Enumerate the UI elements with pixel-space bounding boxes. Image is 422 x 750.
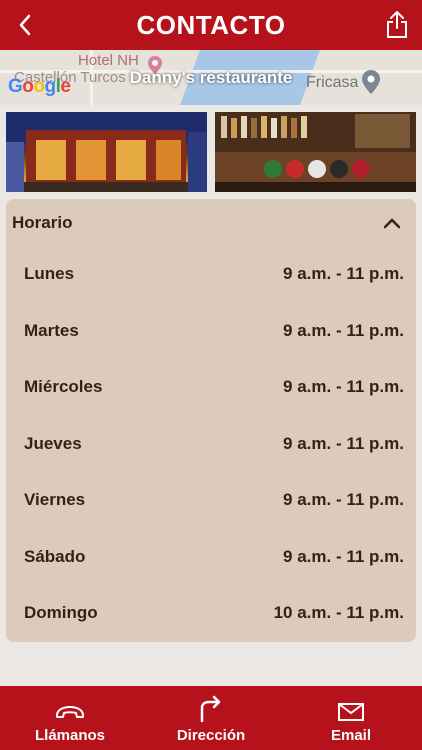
collapse-button[interactable] — [382, 213, 402, 233]
schedule-card: Horario Lunes 9 a.m. - 11 p.m. Martes 9 … — [6, 199, 416, 642]
turn-right-arrow-icon — [200, 695, 221, 722]
chevron-left-icon — [19, 14, 31, 36]
day-label: Domingo — [24, 603, 98, 622]
day-label: Miércoles — [24, 377, 103, 396]
directions-label: Dirección — [176, 727, 246, 744]
hours-value: 9 a.m. - 11 p.m. — [283, 321, 404, 340]
schedule-row-miercoles: Miércoles 9 a.m. - 11 p.m. — [24, 377, 404, 401]
restaurant-exterior-photo[interactable] — [6, 112, 207, 192]
map-label-hotel: Hotel NH — [78, 52, 139, 69]
schedule-row-lunes: Lunes 9 a.m. - 11 p.m. — [24, 264, 404, 288]
share-icon — [387, 11, 407, 38]
map-pin-icon — [362, 70, 380, 94]
directions-button[interactable]: Dirección — [161, 686, 261, 750]
location-map[interactable]: Hotel NH Castellón Turcos Google Danny's… — [0, 50, 422, 105]
schedule-title: Horario — [12, 213, 73, 232]
schedule-row-domingo: Domingo 10 a.m. - 11 p.m. — [24, 603, 404, 627]
day-label: Martes — [24, 321, 79, 340]
chevron-up-icon — [383, 218, 401, 229]
day-label: Viernes — [24, 490, 86, 509]
day-label: Lunes — [24, 264, 75, 283]
day-label: Jueves — [24, 434, 82, 453]
hours-value: 9 a.m. - 11 p.m. — [283, 490, 404, 509]
schedule-row-viernes: Viernes 9 a.m. - 11 p.m. — [24, 490, 404, 514]
share-button[interactable] — [384, 8, 410, 40]
phone-icon — [56, 706, 84, 718]
map-label-fricasa: Fricasa — [306, 74, 359, 91]
hours-value: 9 a.m. - 11 p.m. — [283, 547, 404, 566]
hours-value: 10 a.m. - 11 p.m. — [273, 603, 404, 622]
exterior-photo-art — [6, 112, 207, 192]
schedule-row-jueves: Jueves 9 a.m. - 11 p.m. — [24, 434, 404, 458]
bar-photo-art — [215, 112, 416, 192]
call-label: Llámanos — [34, 727, 106, 744]
app-header: CONTACTO — [0, 0, 422, 50]
hours-value: 9 a.m. - 11 p.m. — [283, 434, 404, 453]
call-button[interactable]: Llámanos — [20, 686, 120, 750]
map-restaurant-label: Danny's restaurante — [129, 68, 293, 87]
email-button[interactable]: Email — [301, 686, 401, 750]
envelope-icon — [338, 703, 364, 721]
hours-value: 9 a.m. - 11 p.m. — [283, 264, 404, 283]
bottom-tab-bar: Llámanos Dirección Email — [0, 686, 422, 750]
restaurant-bar-photo[interactable] — [215, 112, 416, 192]
schedule-row-martes: Martes 9 a.m. - 11 p.m. — [24, 321, 404, 345]
back-button[interactable] — [10, 10, 40, 40]
day-label: Sábado — [24, 547, 86, 566]
email-label: Email — [330, 727, 372, 744]
hours-value: 9 a.m. - 11 p.m. — [283, 377, 404, 396]
schedule-row-sabado: Sábado 9 a.m. - 11 p.m. — [24, 547, 404, 571]
page-title: CONTACTO — [136, 9, 286, 40]
